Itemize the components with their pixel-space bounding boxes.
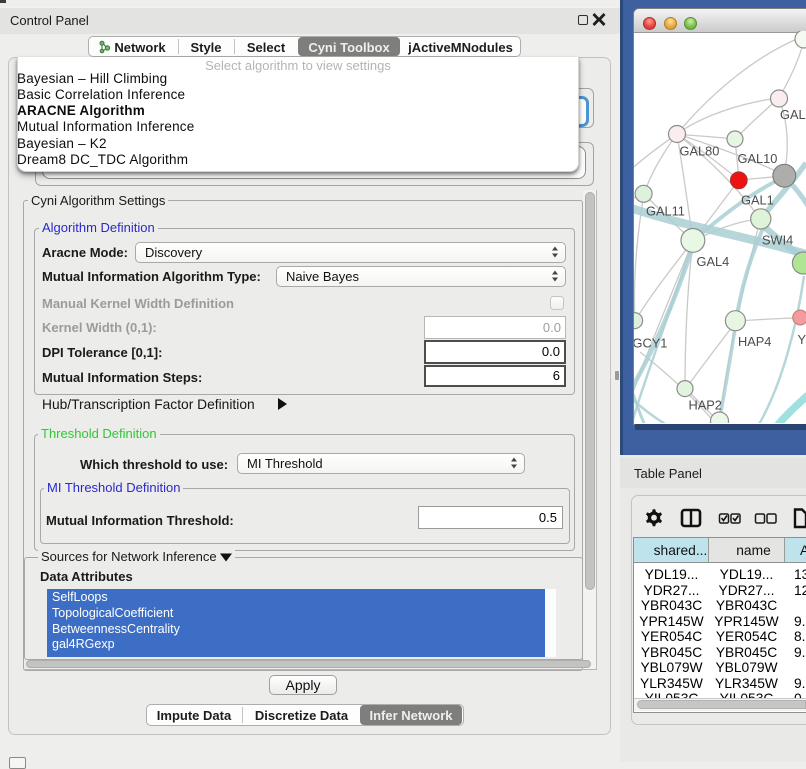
svg-text:GAL10: GAL10 [738, 151, 778, 166]
svg-text:GAL80: GAL80 [680, 144, 720, 159]
svg-text:GAL4: GAL4 [697, 254, 730, 269]
svg-text:GAL11: GAL11 [646, 204, 685, 219]
svg-text:HAP4: HAP4 [738, 334, 771, 349]
svg-text:Y: Y [798, 332, 806, 347]
svg-text:GAL1: GAL1 [741, 193, 774, 208]
svg-text:HAP2: HAP2 [689, 398, 722, 413]
svg-text:GAL7: GAL7 [780, 107, 806, 122]
svg-text:SWI4: SWI4 [762, 233, 793, 248]
svg-text:GCY1: GCY1 [634, 336, 667, 351]
